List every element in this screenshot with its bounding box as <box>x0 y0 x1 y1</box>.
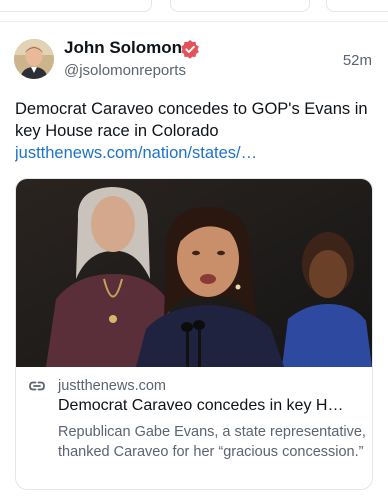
card-domain: justthenews.com <box>58 378 166 394</box>
verified-badge-icon <box>181 40 199 59</box>
author-handle[interactable]: @jsolomonreports <box>64 62 186 79</box>
link-preview-image[interactable] <box>16 179 372 367</box>
link-icon <box>29 381 45 391</box>
post-link[interactable]: justthenews.com/nation/states/… <box>15 142 380 164</box>
action-pill[interactable] <box>0 0 152 12</box>
action-pill[interactable] <box>170 0 310 12</box>
action-pill[interactable] <box>326 0 388 12</box>
card-title[interactable]: Democrat Caraveo concedes in key H… <box>58 397 366 415</box>
card-description: Republican Gabe Evans, a state represent… <box>58 424 366 460</box>
author-name[interactable]: John Solomon <box>64 38 182 58</box>
post-timestamp: 52m <box>342 52 372 69</box>
post[interactable]: John Solomon @jsolomonreports 52m Democr… <box>0 22 388 500</box>
link-preview-card[interactable]: justthenews.com Democrat Caraveo concede… <box>15 178 373 490</box>
previous-post-actions <box>0 0 388 20</box>
avatar[interactable] <box>14 39 54 79</box>
post-text: Democrat Caraveo concedes to GOP's Evans… <box>15 100 368 140</box>
